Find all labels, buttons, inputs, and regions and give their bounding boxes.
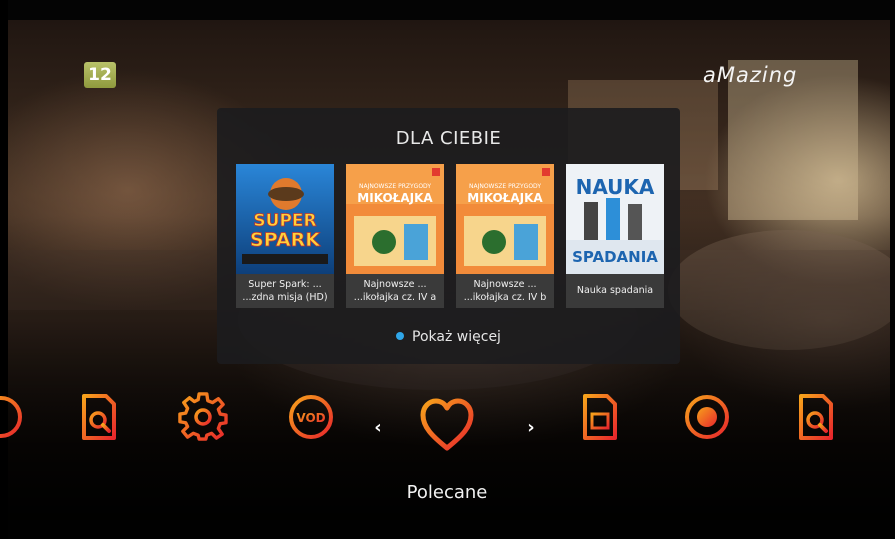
poster-item[interactable]: SUPER SPARK Super Spark: ... ...zdna mis… bbox=[236, 164, 334, 308]
poster-title: Najnowsze ... bbox=[363, 279, 427, 290]
partial-left-icon[interactable] bbox=[0, 392, 26, 442]
svg-text:MIKOŁAJKA: MIKOŁAJKA bbox=[467, 191, 543, 205]
poster-title: Nauka spadania bbox=[576, 285, 654, 296]
panel-title: DLA CIEBIE bbox=[395, 128, 502, 149]
next-arrow[interactable]: › bbox=[524, 418, 538, 438]
poster-subtitle: ...ikołajka cz. IV a bbox=[353, 292, 437, 303]
poster-item[interactable]: NAJNOWSZE PRZYGODY MIKOŁAJKA Najnowsze .… bbox=[456, 164, 554, 308]
recommendations-panel: DLA CIEBIE SUPER SPARK Super Spark: ... … bbox=[217, 108, 680, 364]
document-search-icon[interactable] bbox=[74, 392, 124, 442]
poster-caption: Najnowsze ... ...ikołajka cz. IV a bbox=[346, 274, 444, 308]
svg-text:MIKOŁAJKA: MIKOŁAJKA bbox=[357, 191, 433, 205]
poster-art: NAUKA SPADANIA bbox=[566, 164, 664, 274]
poster-art: NAJNOWSZE PRZYGODY MIKOŁAJKA bbox=[456, 164, 554, 274]
poster-subtitle: ...zdna misja (HD) bbox=[242, 292, 328, 303]
svg-text:NAJNOWSZE PRZYGODY: NAJNOWSZE PRZYGODY bbox=[359, 183, 431, 190]
svg-text:SPADANIA: SPADANIA bbox=[572, 248, 658, 266]
svg-text:VOD: VOD bbox=[296, 411, 325, 425]
svg-text:NAUKA: NAUKA bbox=[576, 175, 655, 199]
poster-item[interactable]: NAUKA SPADANIA Nauka spadania bbox=[566, 164, 664, 308]
document-search-icon[interactable] bbox=[791, 392, 841, 442]
poster-item[interactable]: NAJNOWSZE PRZYGODY MIKOŁAJKA Najnowsze .… bbox=[346, 164, 444, 308]
record-icon[interactable] bbox=[682, 392, 732, 442]
poster-caption: Super Spark: ... ...zdna misja (HD) bbox=[236, 274, 334, 308]
show-more-label: Pokaż więcej bbox=[412, 329, 501, 345]
svg-text:SUPER: SUPER bbox=[253, 211, 316, 231]
svg-text:NAJNOWSZE PRZYGODY: NAJNOWSZE PRZYGODY bbox=[469, 183, 541, 190]
show-more-button[interactable]: Pokaż więcej bbox=[217, 329, 680, 345]
poster-caption: Najnowsze ... ...ikołajka cz. IV b bbox=[456, 274, 554, 308]
brand-logo: aMazing bbox=[703, 62, 823, 88]
poster-art: NAJNOWSZE PRZYGODY MIKOŁAJKA bbox=[346, 164, 444, 274]
heart-icon[interactable] bbox=[418, 396, 476, 454]
left-border bbox=[0, 0, 8, 539]
prev-arrow[interactable]: ‹ bbox=[371, 418, 385, 438]
tv-screen: 12 aMazing DLA CIEBIE SUPER SPARK Super … bbox=[0, 0, 895, 539]
vod-icon[interactable]: VOD bbox=[286, 392, 336, 442]
gear-icon[interactable] bbox=[178, 392, 228, 442]
selected-menu-label: Polecane bbox=[406, 482, 488, 503]
brand-logo-text: aMazing bbox=[703, 63, 798, 87]
poster-art: SUPER SPARK bbox=[236, 164, 334, 274]
svg-text:SPARK: SPARK bbox=[250, 229, 321, 251]
poster-subtitle: ...ikołajka cz. IV b bbox=[463, 292, 547, 303]
bullet-dot-icon bbox=[396, 332, 405, 340]
poster-title: Super Spark: ... bbox=[248, 279, 322, 290]
document-list-icon[interactable] bbox=[575, 392, 625, 442]
poster-caption: Nauka spadania bbox=[566, 274, 664, 308]
channel-number-badge: 12 bbox=[84, 62, 116, 88]
poster-title: Najnowsze ... bbox=[473, 279, 537, 290]
